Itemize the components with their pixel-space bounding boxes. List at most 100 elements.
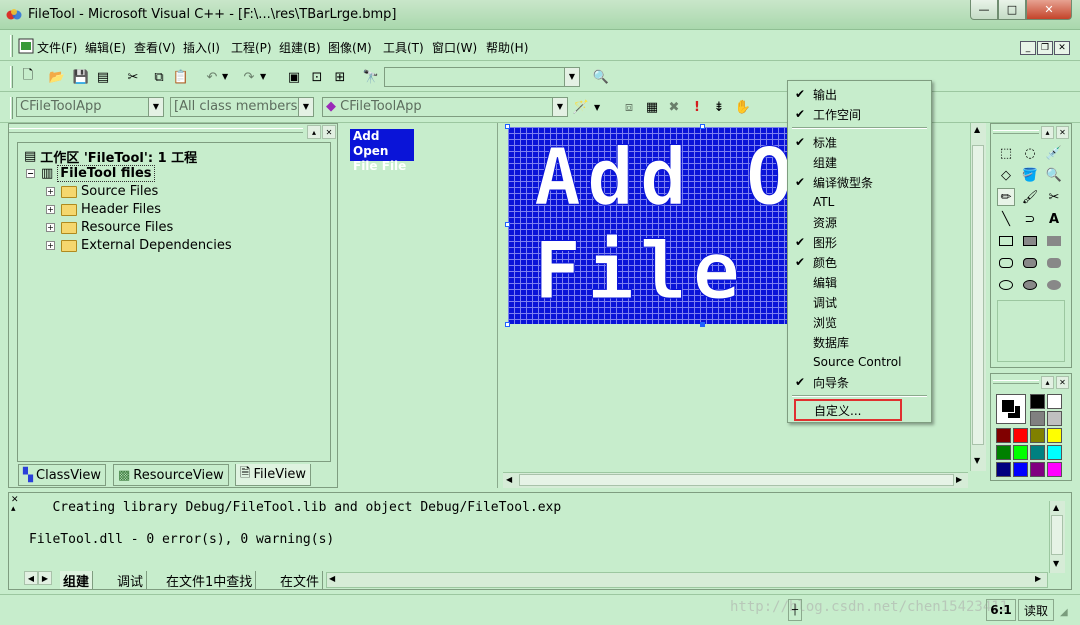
find-icon[interactable]: 🔍	[592, 68, 610, 86]
scroll-right-icon[interactable]: ▶	[956, 475, 962, 484]
panel-restore-button[interactable]: ▴	[1041, 126, 1054, 139]
compile-icon[interactable]: ⧈	[620, 98, 638, 116]
scroll-thumb[interactable]	[1051, 515, 1063, 555]
color-swatch[interactable]	[996, 445, 1011, 460]
magnify-icon[interactable]: 🔍	[1045, 166, 1063, 184]
menubar-grip[interactable]	[10, 35, 13, 57]
find-in-files-icon[interactable]: 🔭	[362, 68, 380, 86]
class-combo[interactable]: CFileToolApp ▼	[16, 97, 164, 117]
airbrush-icon[interactable]: ✂	[1045, 188, 1063, 206]
free-select-icon[interactable]: ◌	[1021, 144, 1039, 162]
output-horizontal-scrollbar[interactable]: ◀ ▶	[326, 572, 1048, 588]
resize-grip-icon[interactable]: ◢	[1060, 607, 1068, 618]
tab-fileview[interactable]: 🗎 FileView	[235, 464, 312, 486]
tab-resourceview[interactable]: ▩ ResourceView	[113, 464, 229, 486]
menu-view[interactable]: 查看(V)	[134, 39, 176, 56]
solid-ellipse-icon[interactable]	[1045, 276, 1063, 294]
ctx-item-atl[interactable]: ATL	[788, 192, 931, 212]
tab-nav-prev-icon[interactable]: ◀	[24, 571, 38, 585]
new-document-icon[interactable]: 🗋	[19, 68, 37, 86]
menu-help[interactable]: 帮助(H)	[486, 39, 528, 56]
output-tab-find2[interactable]: 在文件	[277, 571, 324, 590]
panel-restore-button[interactable]: ▴	[307, 125, 321, 139]
stop-build-icon[interactable]: ✖	[665, 98, 683, 116]
app-icon[interactable]	[6, 7, 22, 23]
ctx-item-build[interactable]: 组建	[788, 152, 931, 172]
ctx-item-standard[interactable]: ✔ 标准	[788, 132, 931, 152]
chevron-down-icon[interactable]: ▼	[298, 98, 313, 116]
rect-select-icon[interactable]: ⬚	[997, 144, 1015, 162]
expand-icon[interactable]: +	[46, 187, 55, 196]
rectangle-icon[interactable]	[997, 232, 1015, 250]
menu-file[interactable]: 文件(F)	[37, 39, 77, 56]
tree-folder-source[interactable]: + Source Files	[46, 184, 158, 199]
resize-handle[interactable]	[505, 222, 510, 227]
filled-rectangle-icon[interactable]	[1021, 232, 1039, 250]
resize-handle[interactable]	[505, 322, 510, 327]
chevron-down-icon[interactable]: ▼	[148, 98, 163, 116]
expand-icon[interactable]: +	[46, 205, 55, 214]
chevron-down-icon[interactable]: ▼	[564, 68, 579, 86]
menu-insert[interactable]: 插入(I)	[183, 39, 220, 56]
editor-vertical-scrollbar[interactable]: ▲ ▼	[970, 123, 986, 471]
editor-horizontal-scrollbar[interactable]: ◀ ▶	[503, 472, 968, 488]
color-swatch[interactable]	[1030, 428, 1045, 443]
execute-icon[interactable]: !	[688, 98, 706, 116]
curve-icon[interactable]: ⊃	[1021, 210, 1039, 228]
ctx-item-edit[interactable]: 编辑	[788, 272, 931, 292]
output-tab-debug[interactable]: 调试	[114, 571, 148, 590]
scroll-thumb[interactable]	[519, 474, 954, 486]
mdi-minimize-button[interactable]: _	[1020, 41, 1036, 55]
panel-close-button[interactable]: ✕	[1056, 126, 1069, 139]
color-swatch[interactable]	[1047, 394, 1062, 409]
color-swatch[interactable]	[1013, 462, 1028, 477]
color-swatch[interactable]	[1030, 445, 1045, 460]
tab-classview[interactable]: ▚ ClassView	[18, 464, 107, 486]
expand-icon[interactable]: +	[46, 241, 55, 250]
ctx-item-database[interactable]: 数据库	[788, 332, 931, 352]
ctx-item-output[interactable]: ✔ 输出	[788, 84, 931, 104]
resize-handle[interactable]	[700, 124, 705, 129]
cut-icon[interactable]: ✂	[124, 68, 142, 86]
solid-rectangle-icon[interactable]	[1045, 232, 1063, 250]
output-tab-build[interactable]: 组建	[60, 571, 94, 590]
color-swatch[interactable]	[1047, 428, 1062, 443]
editor-divider[interactable]	[497, 123, 501, 488]
color-swatch[interactable]	[1030, 394, 1045, 409]
panel-grip[interactable]	[9, 128, 303, 133]
mdi-close-button[interactable]: ✕	[1054, 41, 1070, 55]
scroll-left-icon[interactable]: ◀	[506, 475, 512, 484]
color-swatch[interactable]	[996, 428, 1011, 443]
menu-edit[interactable]: 编辑(E)	[85, 39, 126, 56]
scroll-left-icon[interactable]: ◀	[329, 574, 335, 583]
tree-root[interactable]: ▤ 工作区 'FileTool': 1 工程	[24, 147, 197, 166]
ctx-item-build-minibar[interactable]: ✔ 编译微型条	[788, 172, 931, 192]
tree-folder-resource[interactable]: + Resource Files	[46, 220, 173, 235]
line-icon[interactable]: ╲	[997, 210, 1015, 228]
scroll-down-icon[interactable]: ▼	[974, 456, 980, 465]
ellipse-icon[interactable]	[997, 276, 1015, 294]
build-icon[interactable]: ▦	[643, 98, 661, 116]
tab-nav-next-icon[interactable]: ▶	[38, 571, 52, 585]
menu-tools[interactable]: 工具(T)	[383, 39, 424, 56]
menu-build[interactable]: 组建(B)	[279, 39, 321, 56]
panel-grip[interactable]	[993, 380, 1039, 384]
color-swatch[interactable]	[1047, 445, 1062, 460]
output-toggle-icon[interactable]: ⊡	[308, 68, 326, 86]
panel-restore-button[interactable]: ▴	[1041, 376, 1054, 389]
ctx-item-resource[interactable]: 资源	[788, 212, 931, 232]
panel-close-button[interactable]: ✕	[322, 125, 336, 139]
copy-icon[interactable]: ⧉	[150, 68, 168, 86]
scroll-up-icon[interactable]: ▲	[974, 125, 980, 134]
output-vertical-scrollbar[interactable]: ▲ ▼	[1049, 501, 1065, 573]
output-close-icon[interactable]: ✕ ▴	[11, 496, 21, 516]
expand-icon[interactable]: +	[46, 223, 55, 232]
pencil-icon[interactable]: ✏	[997, 188, 1015, 206]
window-list-icon[interactable]: ⊞	[331, 68, 349, 86]
color-swatch[interactable]	[1030, 411, 1045, 426]
wizard-wand-icon[interactable]: 🪄	[572, 98, 590, 116]
scroll-right-icon[interactable]: ▶	[1035, 574, 1041, 583]
ctx-item-workspace[interactable]: ✔ 工作空间	[788, 104, 931, 124]
eyedropper-icon[interactable]: 💉	[1045, 144, 1063, 162]
ctx-item-graphics[interactable]: ✔ 图形	[788, 232, 931, 252]
